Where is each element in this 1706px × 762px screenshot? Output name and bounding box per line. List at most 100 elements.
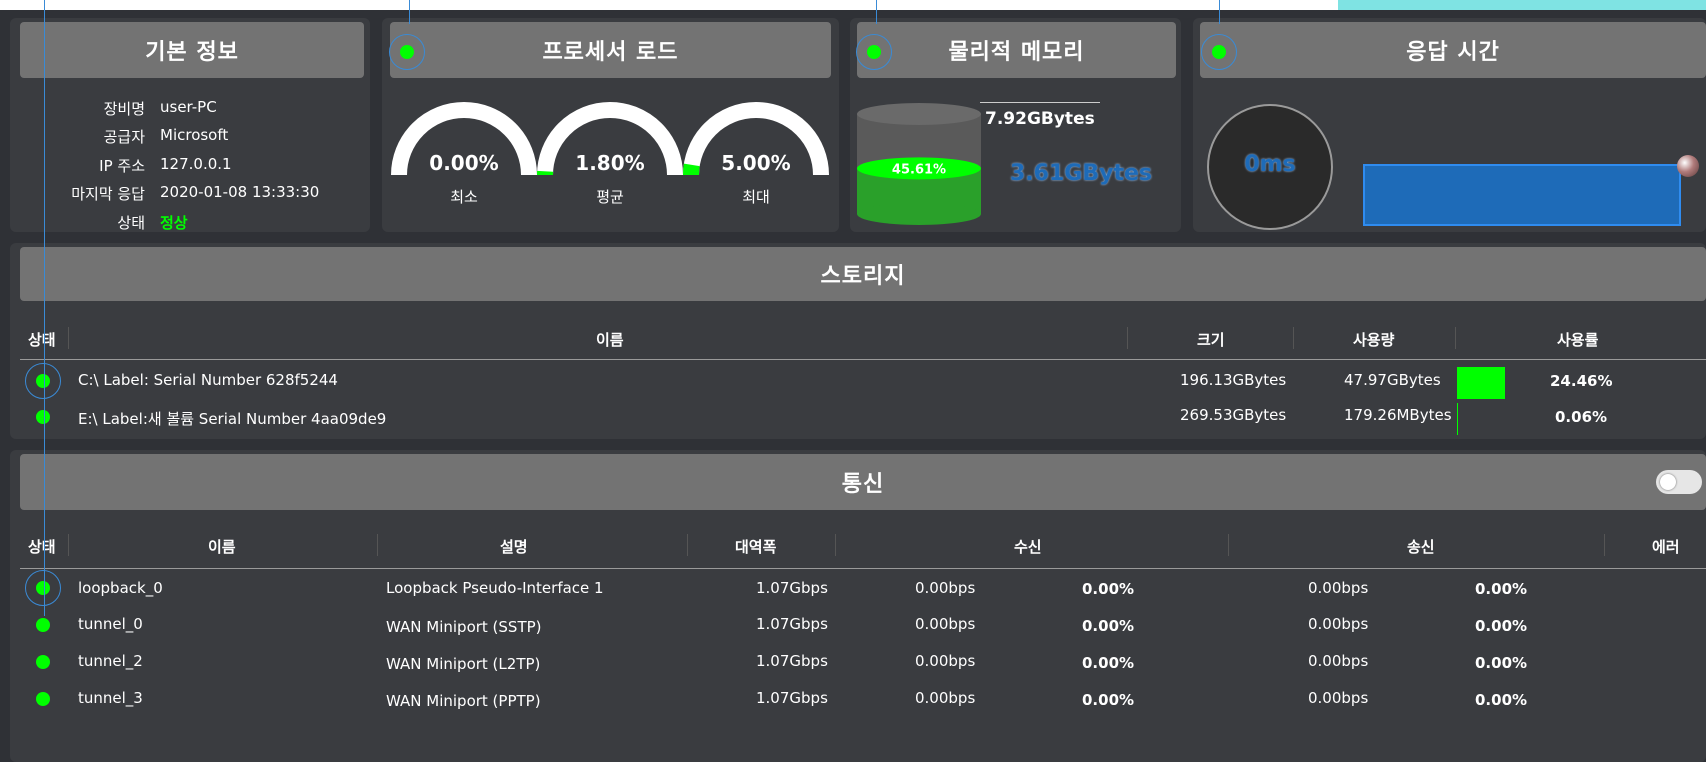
col-separator	[68, 327, 69, 349]
net-tx: 0.00bps	[1308, 689, 1369, 707]
physical-memory-title: 물리적 메모리	[857, 22, 1176, 78]
network-panel: 통신 상태 이름 설명 대역폭 수신 송신 에러 loopback_0 Loop…	[10, 450, 1706, 762]
col-status: 상태	[28, 538, 56, 556]
col-status: 상태	[28, 331, 56, 349]
memory-percent: 45.61%	[892, 162, 946, 177]
col-separator	[1293, 327, 1294, 349]
network-title: 통신	[20, 454, 1706, 510]
col-error: 에러	[1652, 538, 1680, 556]
net-name: tunnel_2	[78, 652, 143, 670]
info-label: IP 주소	[99, 157, 145, 175]
status-ring-icon	[856, 34, 892, 70]
storage-name: C:\ Label: Serial Number 628f5244	[78, 371, 338, 389]
col-separator	[1127, 327, 1128, 349]
status-ring-icon	[1201, 34, 1237, 70]
gauge-min-label: 최소	[450, 188, 478, 206]
memory-total: 7.92GBytes	[985, 109, 1095, 129]
col-usage: 사용률	[1557, 331, 1599, 349]
storage-size: 269.53GBytes	[1180, 406, 1287, 424]
net-tx-pct: 0.00%	[1475, 580, 1528, 598]
net-tx-pct: 0.00%	[1475, 654, 1528, 672]
info-value: 127.0.0.1	[160, 155, 232, 173]
info-row-ip: IP 주소 127.0.0.1	[10, 155, 350, 183]
net-rx-pct: 0.00%	[1082, 691, 1135, 709]
net-desc: Loopback Pseudo-Interface 1	[386, 579, 604, 597]
storage-used: 47.97GBytes	[1344, 371, 1441, 389]
info-label: 마지막 응답	[71, 185, 145, 203]
header-divider	[20, 359, 1706, 360]
info-value: Microsoft	[160, 126, 229, 144]
col-separator	[1604, 534, 1605, 556]
col-separator	[68, 534, 69, 556]
physical-memory-panel: 물리적 메모리 45.61% 7.92GBytes 3.61GBytes	[850, 18, 1181, 232]
storage-usage: 24.46%	[1550, 372, 1613, 390]
basic-info-title: 기본 정보	[20, 22, 364, 78]
status-dot-icon	[36, 692, 50, 706]
connector-line	[1219, 0, 1220, 24]
response-time-panel: 응답 시간 0ms	[1193, 18, 1706, 232]
net-tx: 0.00bps	[1308, 652, 1369, 670]
storage-size: 196.13GBytes	[1180, 371, 1287, 389]
memory-cylinder: 45.61%	[857, 103, 981, 225]
toggle-knob	[1660, 474, 1676, 490]
net-rx-pct: 0.00%	[1082, 654, 1135, 672]
net-desc: WAN Miniport (L2TP)	[386, 655, 541, 673]
col-size: 크기	[1197, 331, 1225, 349]
net-bandwidth: 1.07Gbps	[756, 689, 828, 707]
net-bandwidth: 1.07Gbps	[756, 615, 828, 633]
status-dot-icon	[36, 410, 50, 424]
status-ring-icon	[25, 363, 61, 399]
memory-divider	[980, 102, 1100, 103]
net-desc: WAN Miniport (SSTP)	[386, 618, 542, 636]
info-label: 상태	[117, 214, 145, 232]
connector-line	[44, 0, 45, 616]
network-toggle[interactable]	[1656, 470, 1702, 494]
col-desc: 설명	[500, 538, 528, 556]
net-rx: 0.00bps	[915, 652, 976, 670]
cylinder-bottom	[857, 203, 981, 225]
processor-load-panel: 프로세서 로드 0.00% 최소 1.80% 평균 5.00% 최대	[382, 18, 839, 232]
col-separator	[687, 534, 688, 556]
gauge-max-label: 최대	[742, 188, 770, 206]
col-separator	[1228, 534, 1229, 556]
col-separator	[1455, 327, 1456, 349]
net-rx: 0.00bps	[915, 689, 976, 707]
memory-used: 3.61GBytes	[1010, 161, 1152, 186]
basic-info-panel: 기본 정보 장비명 user-PC 공급자 Microsoft IP 주소 12…	[10, 18, 370, 232]
cylinder-top	[857, 103, 981, 125]
col-separator	[377, 534, 378, 556]
status-ring-icon	[389, 34, 425, 70]
col-rx: 수신	[1014, 538, 1042, 556]
gauge-avg-label: 평균	[596, 188, 624, 206]
net-desc: WAN Miniport (PPTP)	[386, 692, 541, 710]
col-used: 사용량	[1353, 331, 1395, 349]
net-name: loopback_0	[78, 579, 163, 597]
status-ring-icon	[25, 570, 61, 606]
status-value: 정상	[160, 214, 188, 232]
gauge-max-value: 5.00%	[721, 151, 791, 175]
net-tx: 0.00bps	[1308, 579, 1369, 597]
connector-line	[876, 0, 877, 24]
gauge-avg-value: 1.80%	[575, 151, 645, 175]
gauge-min-value: 0.00%	[429, 151, 499, 175]
col-bandwidth: 대역폭	[735, 538, 777, 556]
response-time-title: 응답 시간	[1200, 22, 1706, 78]
response-bar-knob-icon	[1677, 155, 1699, 177]
col-name: 이름	[596, 331, 624, 349]
response-bar	[1363, 164, 1681, 226]
col-tx: 송신	[1407, 538, 1435, 556]
net-bandwidth: 1.07Gbps	[756, 579, 828, 597]
processor-load-title: 프로세서 로드	[390, 22, 831, 78]
net-bandwidth: 1.07Gbps	[756, 652, 828, 670]
storage-title: 스토리지	[20, 247, 1706, 301]
info-value: user-PC	[160, 98, 217, 116]
net-tx: 0.00bps	[1308, 615, 1369, 633]
status-dot-icon	[36, 655, 50, 669]
net-name: tunnel_0	[78, 615, 143, 633]
col-name: 이름	[208, 538, 236, 556]
top-accent-strip	[1338, 0, 1706, 10]
col-separator	[835, 534, 836, 556]
info-label: 장비명	[103, 100, 145, 118]
status-dot-icon	[36, 618, 50, 632]
net-rx: 0.00bps	[915, 579, 976, 597]
